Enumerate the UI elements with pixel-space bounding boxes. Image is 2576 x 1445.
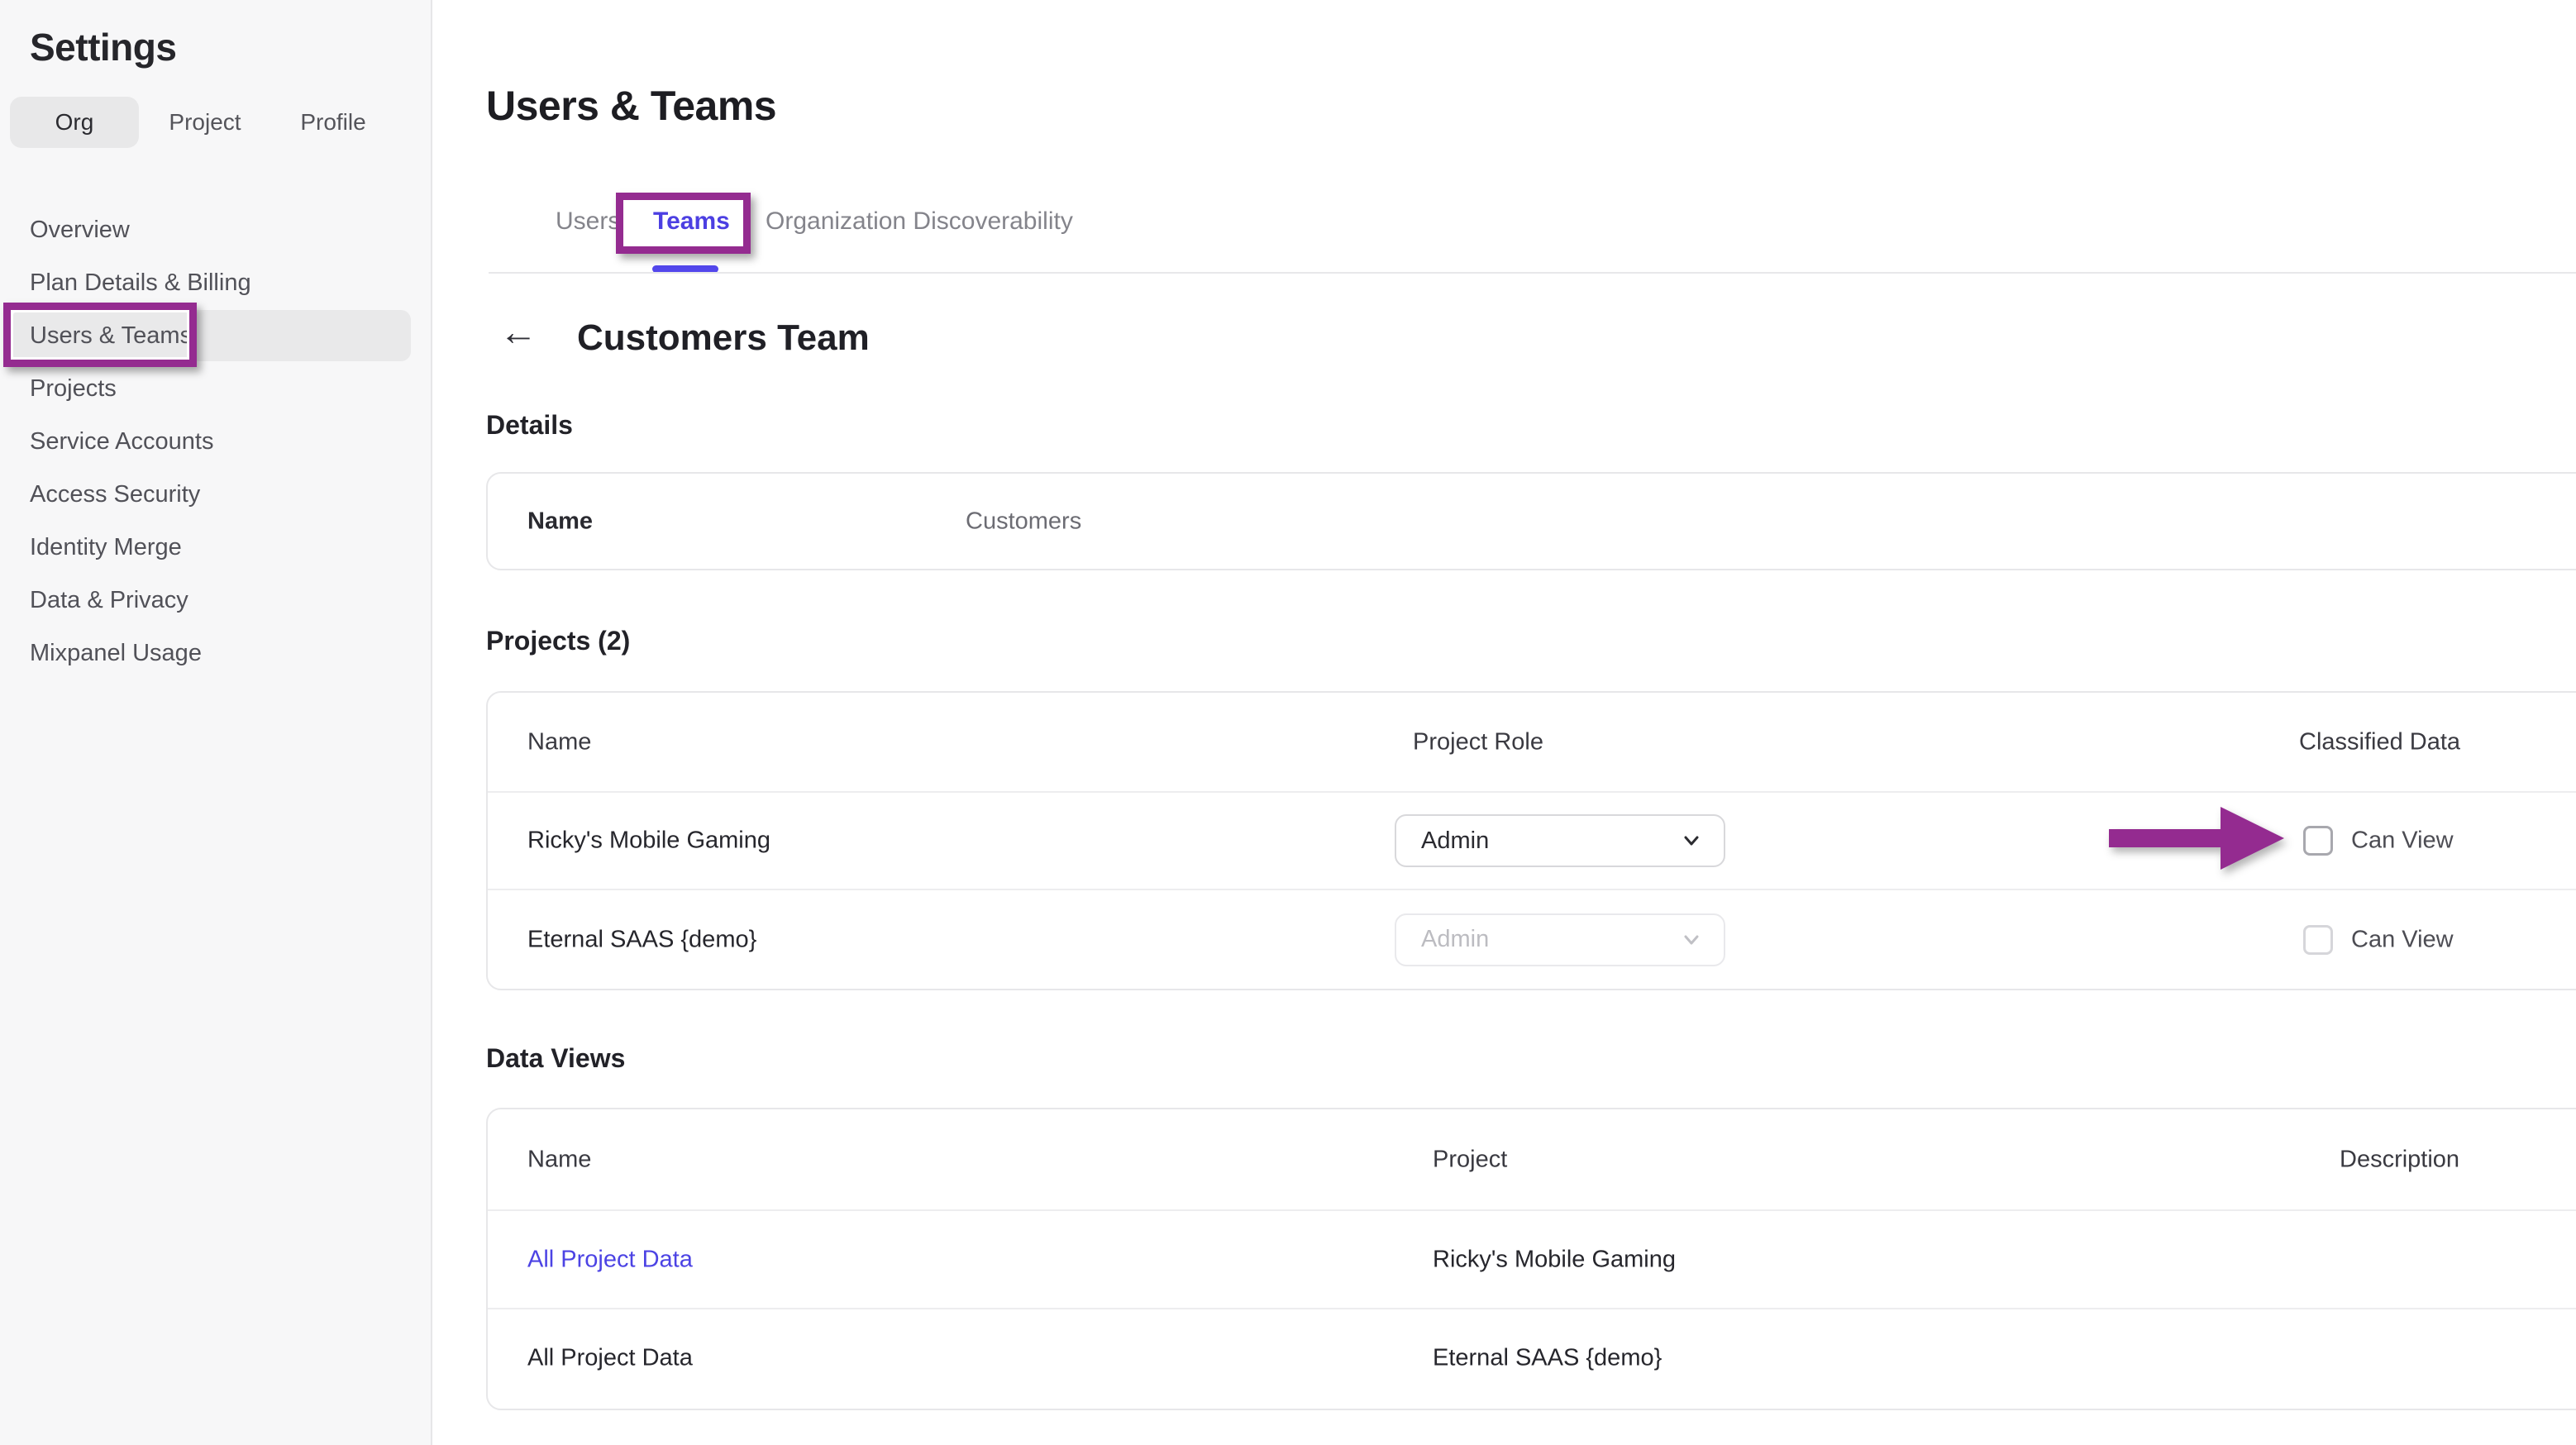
projects-header-row: Name Project Role Classified Data xyxy=(488,693,2576,791)
table-row: Eternal SAAS {demo} Admin Can View xyxy=(488,889,2576,989)
sidebar-title: Settings xyxy=(30,25,176,69)
tab-organization-discoverability[interactable]: Organization Discoverability xyxy=(766,207,1073,236)
data-views-col-name: Name xyxy=(527,1146,591,1173)
project-name: Eternal SAAS {demo} xyxy=(527,926,756,953)
sidebar-item-overview[interactable]: Overview xyxy=(0,203,432,256)
sidebar-item-plan-details-billing[interactable]: Plan Details & Billing xyxy=(0,256,432,309)
project-role-dropdown-disabled: Admin xyxy=(1395,913,1725,966)
sidebar-item-mixpanel-usage[interactable]: Mixpanel Usage xyxy=(0,627,432,680)
team-title: Customers Team xyxy=(577,317,870,359)
scope-tab-profile[interactable]: Profile xyxy=(271,97,395,148)
details-name-label: Name xyxy=(527,508,593,535)
scope-tab-project[interactable]: Project xyxy=(139,97,271,148)
projects-col-role: Project Role xyxy=(1413,728,1543,756)
details-name-row: Name Customers xyxy=(488,474,2576,569)
settings-sidebar: Settings Org Project Profile Overview Pl… xyxy=(0,0,432,1445)
tab-teams[interactable]: Teams xyxy=(653,207,730,236)
table-row: All Project Data Eternal SAAS {demo} xyxy=(488,1308,2576,1407)
projects-heading: Projects (2) xyxy=(486,626,630,656)
data-view-project: Eternal SAAS {demo} xyxy=(1433,1345,1662,1372)
project-role-dropdown[interactable]: Admin xyxy=(1395,814,1725,867)
project-name: Ricky's Mobile Gaming xyxy=(527,827,770,855)
dropdown-value: Admin xyxy=(1421,926,1489,953)
sidebar-menu: Overview Plan Details & Billing Users & … xyxy=(0,203,432,680)
chevron-down-icon xyxy=(1679,928,1704,952)
details-name-value: Customers xyxy=(966,508,1081,535)
can-view-label: Can View xyxy=(2351,926,2454,953)
details-card: Name Customers xyxy=(486,472,2576,570)
can-view-label: Can View xyxy=(2351,827,2454,855)
data-views-header-row: Name Project Description xyxy=(488,1109,2576,1209)
sidebar-item-users-teams[interactable]: Users & Teams xyxy=(0,309,432,362)
can-view-checkbox[interactable] xyxy=(2303,826,2333,856)
tab-users[interactable]: Users xyxy=(556,207,620,236)
data-view-name-link[interactable]: All Project Data xyxy=(527,1246,693,1273)
data-views-col-description: Description xyxy=(2340,1146,2459,1173)
can-view-checkbox[interactable] xyxy=(2303,925,2333,955)
data-views-col-project: Project xyxy=(1433,1146,1507,1173)
dropdown-value: Admin xyxy=(1421,827,1489,855)
back-arrow-icon[interactable]: ← xyxy=(499,312,537,351)
data-views-table: Name Project Description All Project Dat… xyxy=(486,1108,2576,1410)
projects-table: Name Project Role Classified Data Ricky'… xyxy=(486,691,2576,990)
tabs-divider xyxy=(489,272,2576,274)
data-views-heading: Data Views xyxy=(486,1043,625,1074)
sidebar-item-data-privacy[interactable]: Data & Privacy xyxy=(0,574,432,627)
sidebar-item-service-accounts[interactable]: Service Accounts xyxy=(0,415,432,468)
sidebar-item-access-security[interactable]: Access Security xyxy=(0,468,432,521)
sidebar-scope-tabs: Org Project Profile xyxy=(10,97,395,148)
table-row: All Project Data Ricky's Mobile Gaming xyxy=(488,1209,2576,1308)
data-view-project: Ricky's Mobile Gaming xyxy=(1433,1246,1676,1273)
projects-col-name: Name xyxy=(527,728,591,756)
sidebar-item-identity-merge[interactable]: Identity Merge xyxy=(0,521,432,574)
data-view-name: All Project Data xyxy=(527,1345,693,1372)
chevron-down-icon xyxy=(1679,828,1704,853)
sidebar-item-projects[interactable]: Projects xyxy=(0,362,432,415)
table-row: Ricky's Mobile Gaming Admin Can View xyxy=(488,791,2576,889)
details-heading: Details xyxy=(486,410,573,441)
page-title: Users & Teams xyxy=(486,82,776,130)
scope-tab-org[interactable]: Org xyxy=(10,97,139,148)
projects-col-classified: Classified Data xyxy=(2299,728,2460,756)
